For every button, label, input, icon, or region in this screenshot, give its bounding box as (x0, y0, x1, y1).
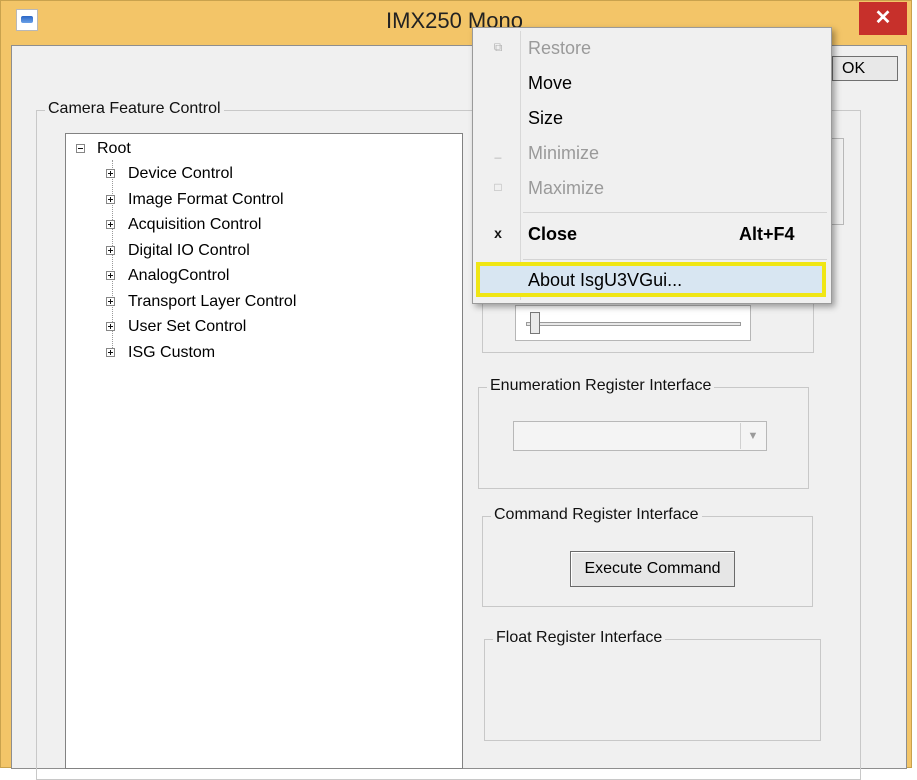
chevron-down-icon[interactable]: ▼ (740, 423, 765, 449)
close-button[interactable]: ✕ (859, 2, 907, 35)
menu-item-label: Minimize (528, 143, 600, 163)
close-icon: x (494, 225, 502, 241)
menu-item-move[interactable]: Move (475, 66, 829, 100)
slider-track (526, 322, 741, 326)
tree-node-label: User Set Control (128, 318, 247, 335)
tree-node-label: Root (97, 140, 131, 157)
expand-icon[interactable] (106, 246, 115, 255)
command-register-group: Command Register Interface Execute Comma… (482, 506, 813, 607)
menu-item-minimize[interactable]: _ Minimize (475, 136, 829, 170)
tree-node-label: Image Format Control (128, 191, 284, 208)
menu-item-size[interactable]: Size (475, 101, 829, 135)
integer-slider[interactable] (515, 305, 751, 341)
menu-item-label: Size (528, 108, 564, 128)
slider-thumb[interactable] (530, 312, 540, 334)
minimize-icon: _ (494, 145, 502, 159)
menu-item-restore[interactable]: ⧉ Restore (475, 31, 829, 65)
menu-item-about[interactable]: About IsgU3VGui... (476, 262, 826, 297)
expand-icon[interactable] (106, 169, 115, 178)
expand-icon[interactable] (106, 297, 115, 306)
tree-node-label: ISG Custom (128, 344, 216, 361)
group-label: Camera Feature Control (45, 100, 224, 118)
group-label: Enumeration Register Interface (487, 377, 715, 395)
menu-item-label: Move (528, 73, 573, 93)
menu-item-maximize[interactable]: □ Maximize (475, 171, 829, 205)
expand-icon[interactable] (106, 348, 115, 357)
menu-item-shortcut: Alt+F4 (739, 224, 795, 244)
tree-node-label: Acquisition Control (128, 216, 262, 233)
tree-node-label: Transport Layer Control (128, 293, 297, 310)
menu-separator (523, 259, 827, 260)
menu-item-close[interactable]: x Close Alt+F4 (475, 217, 829, 251)
float-register-group: Float Register Interface (484, 629, 821, 741)
restore-icon: ⧉ (493, 40, 503, 54)
menu-item-label: About IsgU3VGui... (528, 270, 683, 290)
tree-node-label: Digital IO Control (128, 242, 250, 259)
collapse-icon[interactable] (76, 144, 85, 153)
tree-node-label: Device Control (128, 165, 233, 182)
enumeration-register-group: Enumeration Register Interface ▼ (478, 377, 809, 489)
expand-icon[interactable] (106, 322, 115, 331)
expand-icon[interactable] (106, 220, 115, 229)
execute-command-button[interactable]: Execute Command (570, 551, 735, 587)
maximize-icon: □ (494, 180, 502, 194)
tree-node-label: AnalogControl (128, 267, 230, 284)
ok-button[interactable]: OK (832, 56, 898, 81)
menu-item-label: Maximize (528, 178, 605, 198)
group-label: Command Register Interface (491, 506, 702, 524)
menu-item-label: Restore (528, 38, 592, 58)
enumeration-dropdown[interactable]: ▼ (513, 421, 767, 451)
app-icon[interactable] (16, 9, 38, 31)
menu-separator (523, 212, 827, 213)
group-label: Float Register Interface (493, 629, 666, 647)
expand-icon[interactable] (106, 195, 115, 204)
system-context-menu: ⧉ Restore Move Size _ Minimize □ Maximiz… (472, 27, 832, 304)
expand-icon[interactable] (106, 271, 115, 280)
feature-tree-view[interactable]: Root Device Control Image Format Control… (65, 133, 463, 769)
menu-item-label: Close (528, 224, 578, 244)
